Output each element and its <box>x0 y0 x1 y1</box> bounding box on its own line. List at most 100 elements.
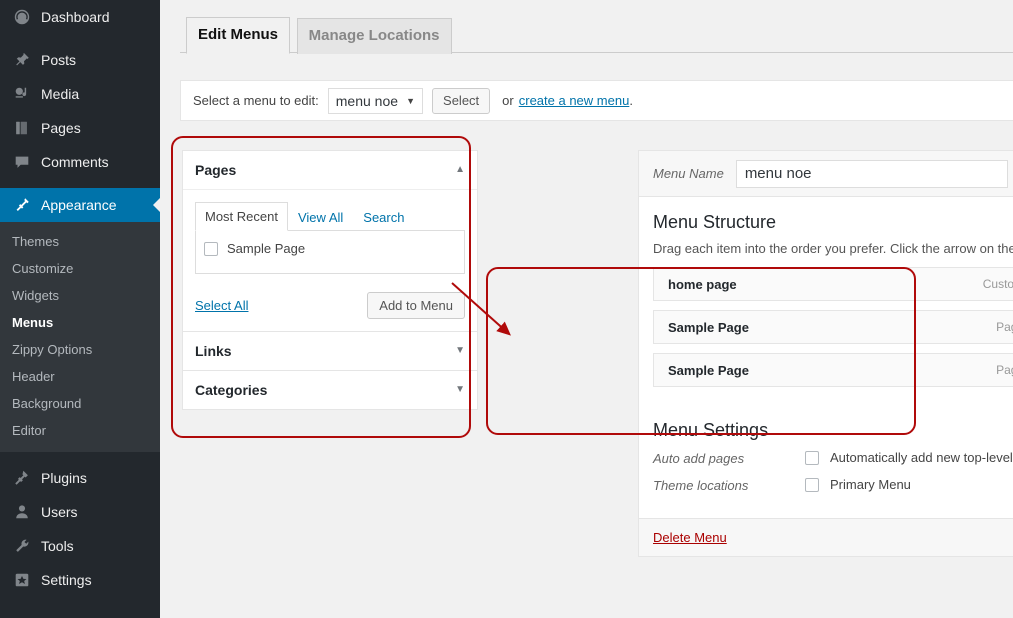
pages-tab-panel: Sample Page <box>195 230 465 274</box>
menu-select-value: menu noe <box>335 92 399 109</box>
page-checkbox[interactable] <box>204 241 218 256</box>
setting-label: Auto add pages <box>653 451 745 466</box>
sidebar-item-label: Appearance <box>41 197 117 213</box>
sidebar-item-plugins[interactable]: Plugins <box>0 461 160 495</box>
submenu-item-themes[interactable]: Themes <box>0 228 160 255</box>
tab-search[interactable]: Search <box>353 203 414 231</box>
menu-item-type: Page <box>996 320 1013 334</box>
sidebar-item-label: Settings <box>41 572 92 588</box>
menu-name-label: Menu Name <box>653 166 724 181</box>
sidebar-item-posts[interactable]: Posts <box>0 43 160 77</box>
menu-item-row[interactable]: Sample Page Page ▼ <box>653 310 1013 344</box>
pages-postbox-body: Most Recent View All Search Sample Page … <box>183 190 477 331</box>
menu-name-row: Menu Name <box>639 151 1013 197</box>
add-menu-items-accordion: Pages ▲ Most Recent View All Search Samp… <box>182 150 478 410</box>
setting-label: Theme locations <box>653 478 749 493</box>
menu-footer: Delete Menu <box>639 518 1013 556</box>
tab-view-all[interactable]: View All <box>288 203 353 231</box>
pages-postbox-title: Pages <box>195 162 237 178</box>
sidebar-item-label: Plugins <box>41 470 87 486</box>
pages-postbox: Pages ▲ Most Recent View All Search Samp… <box>182 150 478 332</box>
main-content: Edit Menus Manage Locations Select a men… <box>160 0 1013 618</box>
sidebar-item-comments[interactable]: Comments <box>0 145 160 179</box>
pages-tab-list: Most Recent View All Search <box>195 202 465 231</box>
sidebar-item-label: Tools <box>41 538 74 554</box>
links-postbox-title: Links <box>195 343 232 359</box>
submenu-item-customize[interactable]: Customize <box>0 255 160 282</box>
submenu-item-menus[interactable]: Menus <box>0 309 160 336</box>
sidebar-item-label: Posts <box>41 52 77 68</box>
links-postbox: Links ▼ <box>182 332 478 371</box>
add-to-menu-button[interactable]: Add to Menu <box>367 292 465 319</box>
setting-auto-add-pages: Auto add pages Automatically add new top… <box>653 450 1013 468</box>
sidebar-item-users[interactable]: Users <box>0 495 160 529</box>
plugins-icon <box>12 468 32 488</box>
sidebar-item-tools[interactable]: Tools <box>0 529 160 563</box>
sidebar-item-appearance[interactable]: Appearance <box>0 188 160 222</box>
list-item[interactable]: Sample Page <box>204 241 456 256</box>
select-button[interactable]: Select <box>432 87 491 114</box>
current-menu-pointer-icon <box>153 197 160 213</box>
appearance-submenu: Themes Customize Widgets Menus Zippy Opt… <box>0 222 160 452</box>
period-text: . <box>629 93 633 108</box>
select-menu-label: Select a menu to edit: <box>193 93 319 108</box>
submenu-item-header[interactable]: Header <box>0 363 160 390</box>
create-new-menu-link[interactable]: create a new menu <box>519 93 630 108</box>
settings-icon <box>12 570 32 590</box>
submenu-item-background[interactable]: Background <box>0 390 160 417</box>
sidebar-item-dashboard[interactable]: Dashboard <box>0 0 160 34</box>
page-label: Sample Page <box>227 241 306 256</box>
or-text: or <box>502 93 514 108</box>
menu-item-title: Sample Page <box>668 362 749 378</box>
menu-management-panel: Menu Name Menu Structure Drag each item … <box>638 150 1013 557</box>
tab-edit-menus[interactable]: Edit Menus <box>186 17 291 54</box>
tab-manage-locations[interactable]: Manage Locations <box>296 18 452 54</box>
pages-icon <box>12 118 32 138</box>
users-icon <box>12 502 32 522</box>
wrench-icon <box>12 536 32 556</box>
triangle-down-icon[interactable]: ▼ <box>455 346 465 356</box>
sidebar-item-pages[interactable]: Pages <box>0 111 160 145</box>
menu-item-row[interactable]: home page Custom ▼ <box>653 267 1013 301</box>
page-tabs: Edit Menus Manage Locations <box>180 17 1013 54</box>
setting-theme-locations: Theme locations Primary Menu <box>653 477 1013 495</box>
tab-most-recent[interactable]: Most Recent <box>195 202 288 231</box>
categories-postbox-title: Categories <box>195 382 268 398</box>
sidebar-separator <box>0 452 160 461</box>
menu-settings-section: Menu Settings Auto add pages Automatical… <box>639 404 1013 518</box>
menu-structure-description: Drag each item into the order you prefer… <box>653 241 1013 256</box>
menu-select-dropdown[interactable]: menu noe ▼ <box>327 87 424 114</box>
categories-postbox: Categories ▼ <box>182 371 478 410</box>
sidebar-item-label: Comments <box>41 154 109 170</box>
menu-select-bar: Select a menu to edit: menu noe ▼ Select… <box>180 80 1013 121</box>
menu-item-type: Custom <box>982 277 1013 291</box>
setting-option-label: Primary Menu <box>830 477 911 492</box>
links-postbox-header[interactable]: Links ▼ <box>183 332 477 370</box>
submenu-item-widgets[interactable]: Widgets <box>0 282 160 309</box>
sidebar-item-media[interactable]: Media <box>0 77 160 111</box>
setting-option-label: Automatically add new top-level pages to… <box>830 450 1013 465</box>
menu-item-title: home page <box>668 276 737 292</box>
submenu-item-editor[interactable]: Editor <box>0 417 160 444</box>
pages-postbox-header[interactable]: Pages ▲ <box>183 151 477 190</box>
primary-menu-checkbox[interactable] <box>805 477 819 492</box>
triangle-down-icon[interactable]: ▼ <box>455 385 465 395</box>
dashboard-icon <box>12 7 32 27</box>
menu-item-type: Page <box>996 363 1013 377</box>
sidebar-item-settings[interactable]: Settings <box>0 563 160 597</box>
menu-name-input[interactable] <box>735 159 1008 188</box>
comments-icon <box>12 152 32 172</box>
menu-structure-title: Menu Structure <box>653 212 777 232</box>
auto-add-pages-checkbox[interactable] <box>805 450 819 465</box>
select-all-link[interactable]: Select All <box>195 298 248 313</box>
triangle-up-icon[interactable]: ▲ <box>455 165 465 175</box>
delete-menu-link[interactable]: Delete Menu <box>653 530 727 545</box>
chevron-down-icon: ▼ <box>406 95 416 106</box>
sidebar-item-label: Media <box>41 86 80 102</box>
categories-postbox-header[interactable]: Categories ▼ <box>183 371 477 409</box>
sidebar-item-label: Dashboard <box>41 9 110 25</box>
menu-structure-section: Menu Structure Drag each item into the o… <box>639 197 1013 404</box>
menu-item-list: home page Custom ▼ Sample Page Page ▼ <box>653 267 1013 404</box>
menu-item-row[interactable]: Sample Page Page ▼ <box>653 353 1013 387</box>
submenu-item-zippy-options[interactable]: Zippy Options <box>0 336 160 363</box>
